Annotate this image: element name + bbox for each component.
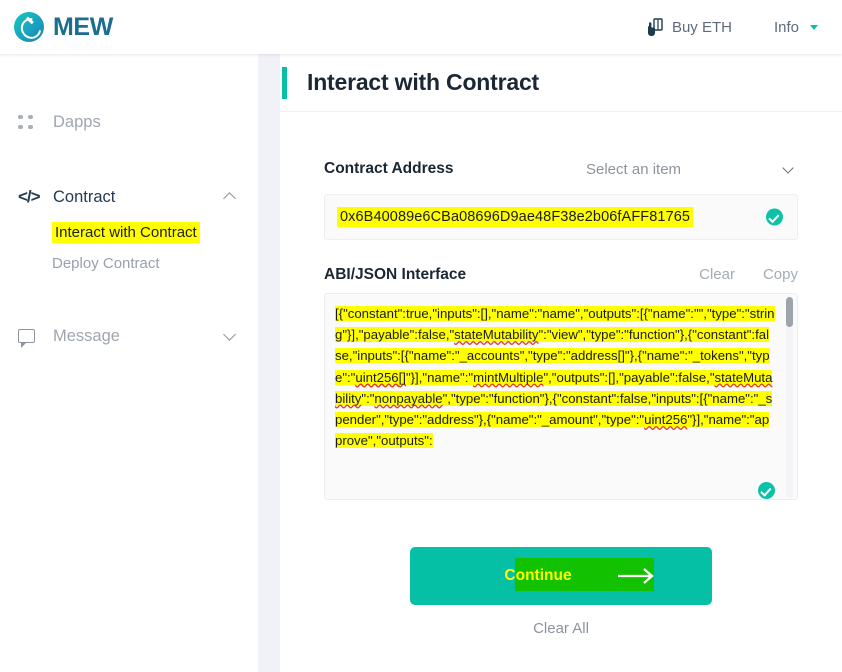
header-actions: Buy ETH Info — [647, 17, 818, 37]
arrow-right-icon — [618, 568, 654, 584]
sidebar-subitem-interact-with-contract[interactable]: Interact with Contract — [0, 217, 258, 248]
abi-header: ABI/JSON Interface Clear Copy — [324, 266, 798, 284]
chevron-up-icon[interactable] — [223, 192, 236, 205]
check-circle-icon — [766, 208, 783, 226]
chevron-down-icon — [782, 161, 794, 174]
sidebar-subitem-label-interact: Interact with Contract — [52, 222, 200, 243]
contract-form: Contract Address Select an item 0x6B4008… — [280, 112, 842, 637]
code-brackets-icon: </> — [18, 187, 41, 206]
sidebar-item-message[interactable]: Message — [0, 316, 258, 356]
contract-address-select[interactable]: Select an item — [586, 161, 798, 178]
buy-eth-label: Buy ETH — [671, 18, 732, 36]
abi-textarea[interactable]: [{"constant":true,"inputs":[],"name":"na… — [324, 293, 798, 500]
sidebar-divider — [258, 54, 280, 672]
continue-button-label: Continue — [504, 567, 572, 584]
buy-eth-card-icon — [647, 17, 663, 36]
sidebar-item-contract[interactable]: </> Contract — [0, 177, 258, 217]
sidebar-item-label-dapps: Dapps — [53, 112, 101, 131]
abi-clear-button[interactable]: Clear — [699, 266, 735, 283]
buy-eth-link[interactable]: Buy ETH — [647, 17, 732, 37]
abi-textarea-value: [{"constant":true,"inputs":[],"name":"na… — [335, 306, 775, 449]
sidebar-item-label-message: Message — [53, 326, 120, 345]
clear-all-button[interactable]: Clear All — [324, 620, 798, 637]
info-menu[interactable]: Info — [774, 19, 818, 36]
info-label: Info — [773, 18, 799, 36]
sidebar-subitem-label-deploy: Deploy Contract — [52, 255, 160, 272]
abi-label: ABI/JSON Interface — [324, 266, 467, 283]
caret-down-icon — [810, 24, 818, 30]
chevron-down-icon[interactable] — [223, 328, 236, 341]
page-header: Interact with Contract — [280, 54, 842, 112]
app-header: MEW Buy ETH Info — [0, 0, 842, 54]
contract-address-value: 0x6B40089e6CBa08696D9ae48F38e2b06fAFF817… — [337, 207, 694, 227]
abi-actions: Clear Copy — [699, 266, 798, 283]
main-content: Interact with Contract Contract Address … — [280, 54, 842, 672]
sidebar: Dapps </> Contract Interact with Contrac… — [0, 54, 258, 672]
brand-logo[interactable]: MEW — [14, 12, 113, 42]
title-accent-bar — [282, 66, 287, 99]
contract-address-header: Contract Address Select an item — [324, 154, 798, 184]
mew-logo-icon — [14, 12, 44, 42]
continue-button[interactable]: Continue — [410, 547, 712, 605]
contract-address-select-value: Select an item — [586, 160, 682, 178]
abi-copy-button[interactable]: Copy — [763, 266, 798, 283]
abi-scrollbar[interactable] — [786, 297, 793, 498]
brand-name: MEW — [53, 12, 113, 41]
dots-grid-icon — [18, 114, 40, 131]
sidebar-item-label-contract: Contract — [53, 187, 116, 206]
contract-address-input[interactable]: 0x6B40089e6CBa08696D9ae48F38e2b06fAFF817… — [324, 194, 798, 240]
speech-bubble-icon — [18, 329, 40, 348]
page-root: MEW Buy ETH Info Dapps </> Contract Inte… — [0, 0, 842, 672]
sidebar-item-dapps[interactable]: Dapps — [0, 102, 258, 142]
check-circle-icon — [758, 482, 775, 499]
page-title: Interact with Contract — [307, 69, 540, 95]
abi-scrollbar-thumb[interactable] — [786, 297, 793, 327]
sidebar-subitem-deploy-contract[interactable]: Deploy Contract — [0, 248, 258, 279]
contract-address-label: Contract Address — [324, 160, 454, 177]
